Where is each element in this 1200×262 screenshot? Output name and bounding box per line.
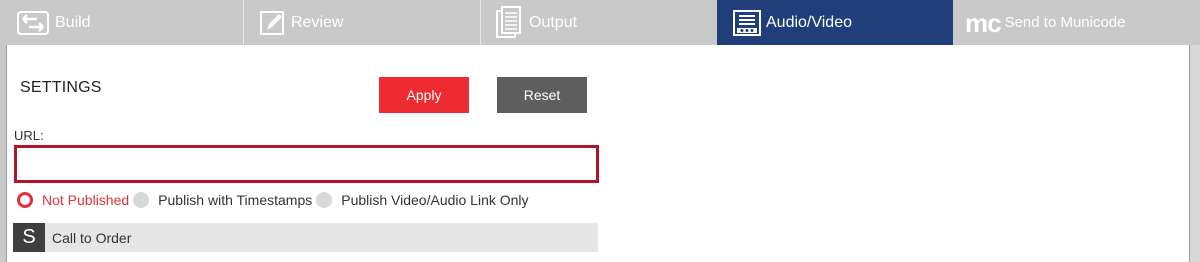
tab-output[interactable]: Output: [481, 0, 717, 45]
url-label: URL:: [14, 128, 44, 143]
settings-heading: SETTINGS: [20, 79, 102, 96]
radio-not-published-label: Not Published: [42, 192, 130, 208]
radio-not-published[interactable]: Not Published: [17, 192, 129, 208]
agenda-item-badge: S: [13, 223, 45, 252]
scrollbar-track[interactable]: [1190, 45, 1200, 262]
tab-review[interactable]: Review: [244, 0, 480, 45]
url-input[interactable]: [14, 145, 599, 183]
tab-audio-video[interactable]: Audio/Video: [717, 0, 953, 45]
agenda-item-label: Call to Order: [52, 229, 132, 246]
build-arrows-icon: [17, 10, 51, 36]
radio-selected-indicator: [17, 192, 33, 208]
tab-send-to-municode[interactable]: mc Send to Municode: [953, 0, 1190, 45]
documents-icon: [495, 5, 525, 41]
radio-unselected-indicator: [316, 192, 333, 208]
media-player-icon: [732, 9, 762, 37]
radio-publish-link-only-label: Publish Video/Audio Link Only: [341, 192, 529, 208]
apply-button[interactable]: Apply: [379, 77, 469, 113]
radio-publish-with-timestamps-label: Publish with Timestamps: [158, 192, 313, 208]
publish-options: Not Published Publish with Timestamps Pu…: [17, 190, 533, 210]
radio-publish-with-timestamps[interactable]: Publish with Timestamps: [133, 192, 312, 208]
municode-logo-icon: mc: [965, 7, 1002, 38]
tab-review-label: Review: [291, 13, 344, 31]
tab-build[interactable]: Build: [0, 0, 243, 45]
tab-build-label: Build: [55, 13, 91, 31]
pencil-icon: [259, 9, 287, 37]
main-tab-bar: Build Review Output Audio/Video mc Send …: [0, 0, 1200, 45]
agenda-item-row[interactable]: S Call to Order: [13, 223, 598, 252]
tab-send-to-municode-label: Send to Municode: [1004, 14, 1126, 31]
radio-publish-link-only[interactable]: Publish Video/Audio Link Only: [316, 192, 529, 208]
tab-audio-video-label: Audio/Video: [766, 13, 852, 31]
reset-button[interactable]: Reset: [497, 77, 587, 113]
radio-unselected-indicator: [133, 192, 150, 208]
tab-output-label: Output: [529, 13, 578, 31]
